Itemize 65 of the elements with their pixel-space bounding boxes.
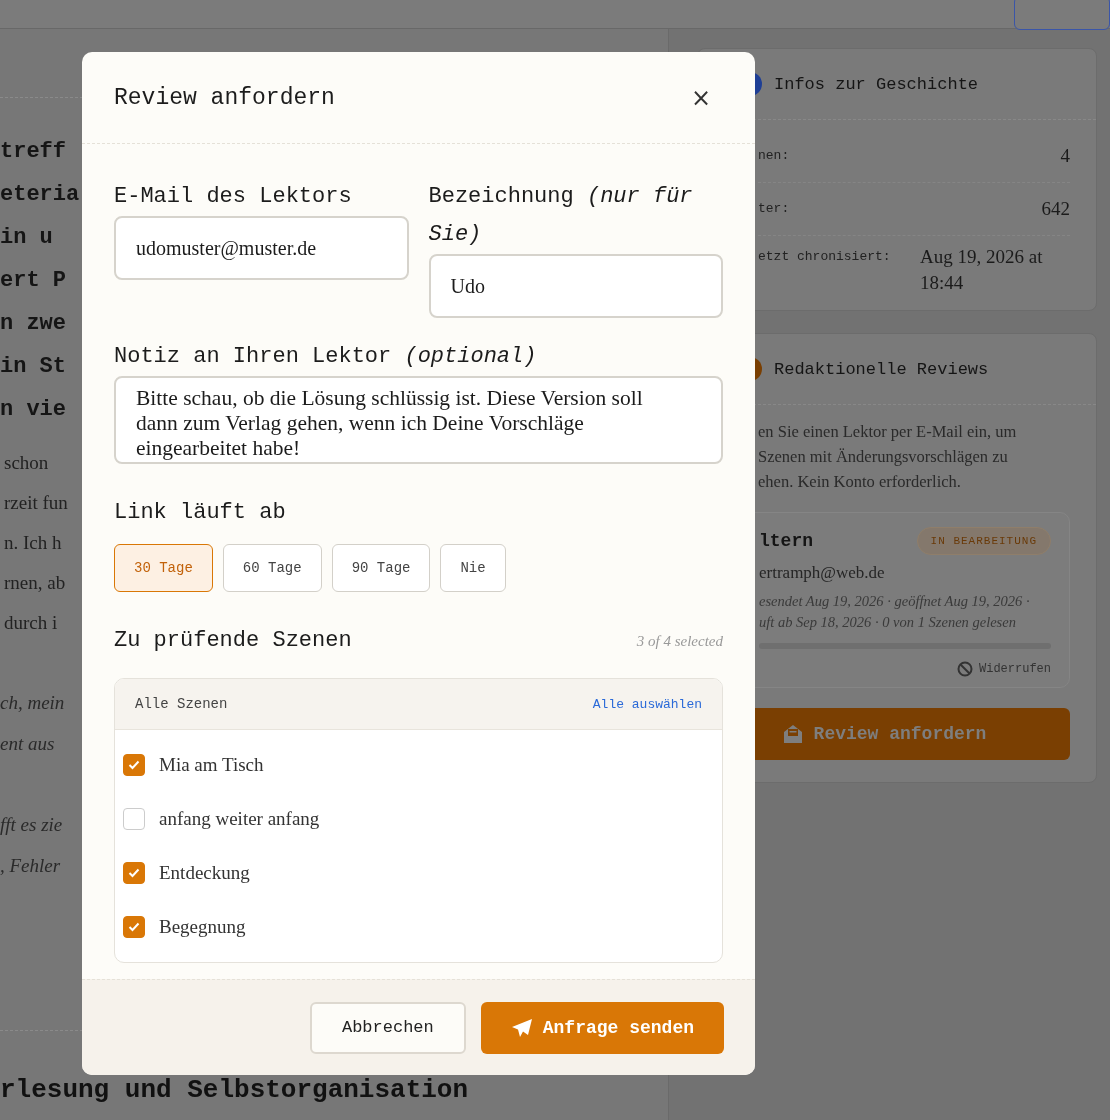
heading-text: ert P — [0, 267, 66, 295]
info-value: Aug 19, 2026 at 18:44 — [920, 245, 1044, 295]
field-label: E-Mail des Lektors — [114, 183, 352, 211]
info-value: 4 — [1060, 144, 1070, 168]
heading-text: in St — [0, 353, 66, 381]
expiry-option[interactable]: 30 Tage — [114, 544, 213, 592]
check-icon — [128, 760, 140, 770]
close-button[interactable]: × — [686, 83, 715, 112]
field-label: Bezeichnung (nur für Sie) — [428, 183, 694, 249]
body-text: durch i — [3, 611, 58, 635]
paper-plane-icon — [510, 1017, 533, 1038]
body-text: n. Ich h — [3, 531, 62, 555]
reviewer-name: ltern — [759, 531, 813, 551]
field-label: Notiz an Ihren Lektor (optional) — [114, 343, 537, 371]
section-heading: rlesung und Selbstorganisation — [0, 1075, 469, 1105]
envelope-icon — [781, 723, 804, 745]
scene-name: Begegnung — [159, 916, 246, 938]
name-field[interactable]: Udo — [428, 254, 723, 318]
expiry-option[interactable]: Nie — [440, 544, 506, 592]
info-label: nen: — [758, 147, 791, 165]
heading-text: treff — [0, 138, 66, 166]
scene-name: Mia am Tisch — [159, 754, 264, 776]
quote-text: ent aus — [0, 732, 55, 756]
expiry-option[interactable]: 90 Tage — [331, 544, 431, 592]
cancel-button[interactable]: Abbrechen — [309, 1001, 466, 1054]
scene-checkbox[interactable] — [123, 862, 145, 884]
card-title: Redaktionelle Reviews — [774, 359, 989, 379]
quote-text: , Fehler — [0, 854, 61, 878]
body-text: rnen, ab — [3, 571, 66, 595]
quote-text: ch, mein — [0, 691, 65, 715]
scene-name: anfang weiter anfang — [159, 808, 320, 830]
heading-text: n vie — [0, 396, 66, 424]
expiry-option[interactable]: 60 Tage — [222, 544, 322, 592]
dialog-title: Review anfordern — [114, 84, 335, 111]
scene-checkbox[interactable] — [123, 808, 145, 830]
scene-checkbox[interactable] — [123, 754, 145, 776]
check-icon — [128, 922, 140, 932]
info-value: 642 — [1041, 197, 1070, 221]
description-text: ehen. Kein Konto erforderlich. — [758, 471, 961, 493]
scene-name: Entdeckung — [159, 862, 250, 884]
description-text: en Sie einen Lektor per E-Mail ein, um — [758, 421, 1017, 443]
email-field[interactable]: udomuster@muster.de — [114, 216, 409, 280]
heading-text: in u — [0, 224, 53, 252]
ban-icon — [957, 661, 973, 677]
header-button[interactable] — [1014, 0, 1110, 30]
selection-count: 3 of 4 selected — [636, 632, 723, 650]
body-text: rzeit fun — [3, 491, 68, 515]
field-label: Link läuft ab — [114, 499, 286, 527]
status-badge: IN BEARBEITUNG — [916, 527, 1051, 555]
review-meta-text: esendet Aug 19, 2026 · geöffnet Aug 19, 2026 · — [759, 592, 1030, 611]
group-label: Alle Szenen — [135, 696, 228, 712]
card-title: Infos zur Geschichte — [774, 74, 979, 94]
body-text: schon — [3, 451, 49, 475]
heading-text: eteria — [0, 181, 80, 209]
quote-text: fft es zie — [0, 813, 63, 837]
field-label: Zu prüfende Szenen — [114, 627, 352, 655]
description-text: Szenen mit Änderungsvorschlägen zu — [758, 446, 1008, 468]
info-label: etzt chronisiert: — [758, 248, 892, 266]
info-label: ter: — [758, 200, 791, 218]
reviewer-email: ertramph@web.de — [759, 563, 885, 583]
check-icon — [128, 868, 140, 878]
scene-checkbox[interactable] — [123, 916, 145, 938]
review-meta-text: uft ab Sep 18, 2026 · 0 von 1 Szenen gelesen — [759, 613, 1016, 632]
note-field[interactable]: Bitte schau, ob die Lösung schlüssig ist. Diese Version soll dann zum Verlag gehen, wenn ich Deine Vorschläge eingearbeitet habe! — [114, 376, 723, 464]
heading-text: n zwe — [0, 310, 66, 338]
